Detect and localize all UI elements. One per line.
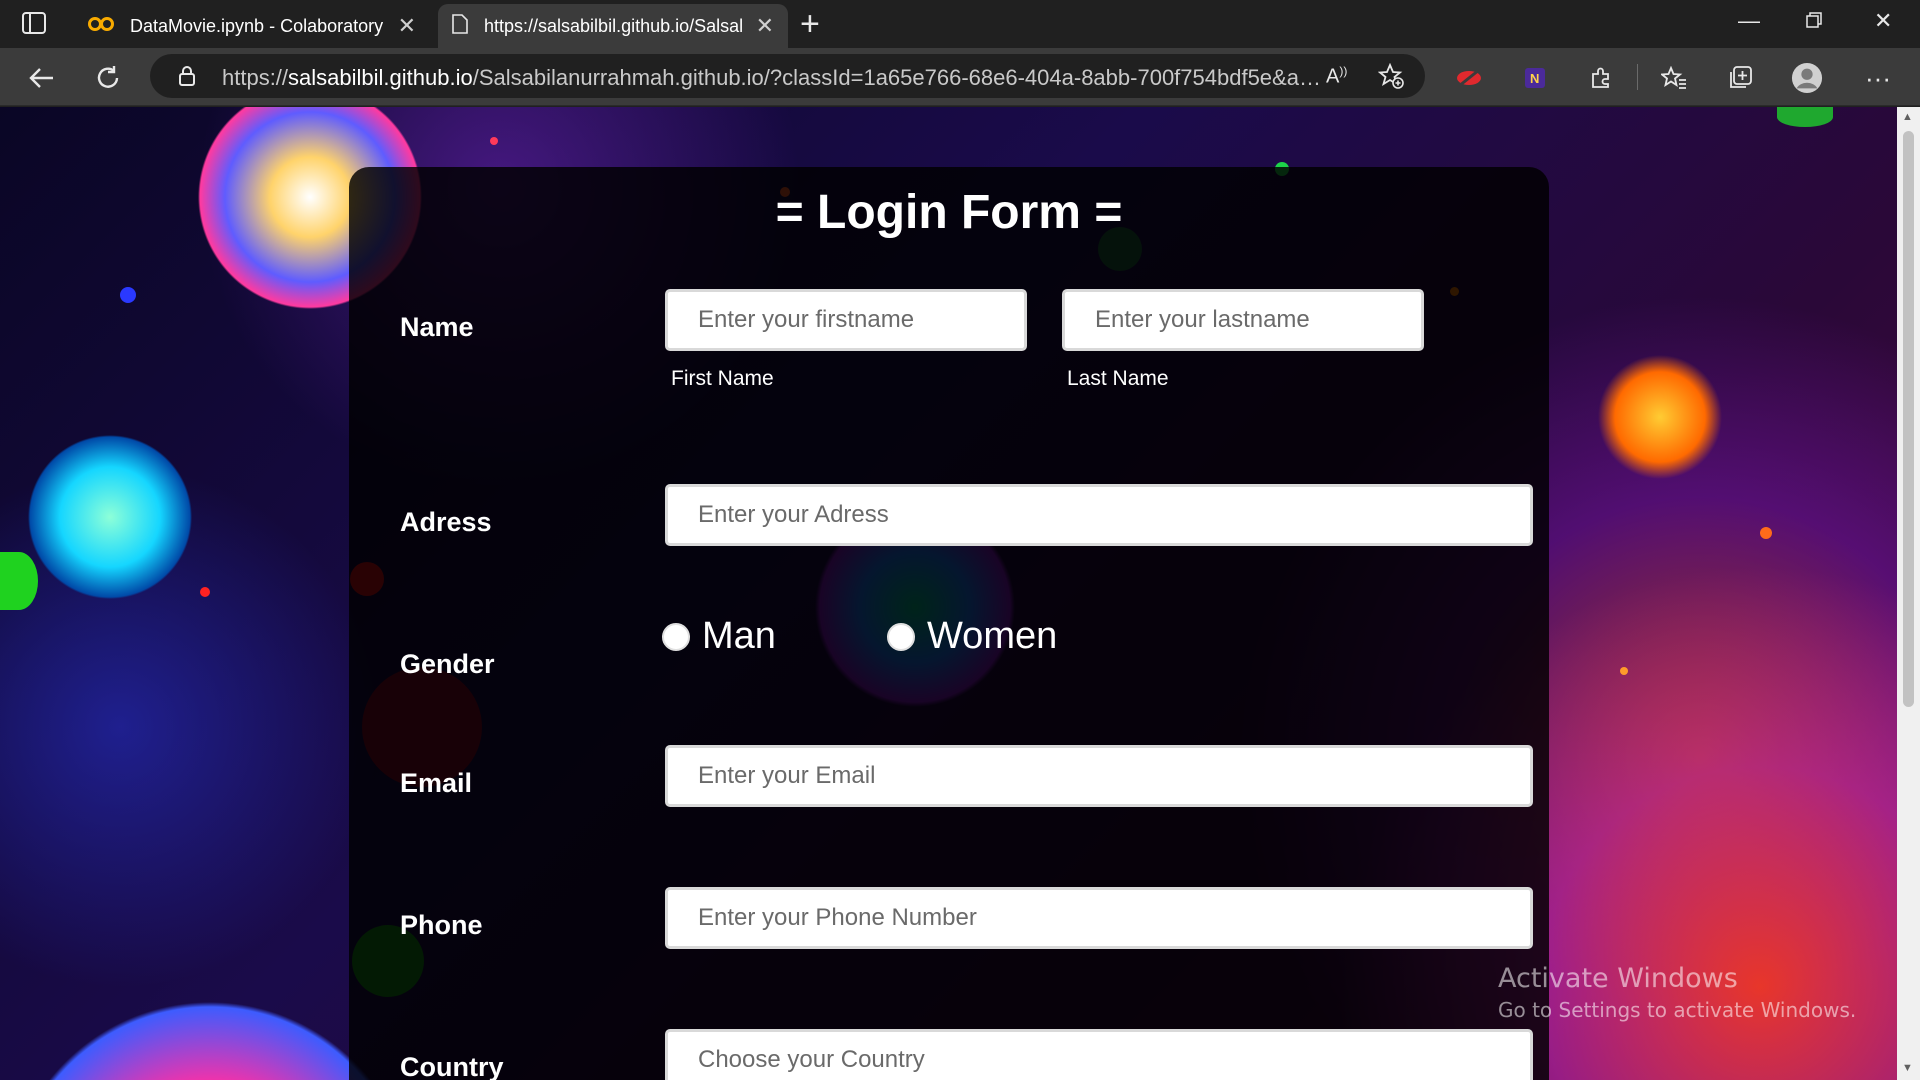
new-tab-button[interactable]: + xyxy=(800,7,820,41)
read-aloud-icon[interactable]: A)) xyxy=(1326,64,1347,89)
gender-man-label: Man xyxy=(702,615,776,657)
svg-text:N: N xyxy=(1530,71,1539,86)
tab-title: DataMovie.ipynb - Colaboratory xyxy=(130,15,384,36)
last-name-sublabel: Last Name xyxy=(1067,367,1169,390)
country-select[interactable] xyxy=(665,1029,1533,1080)
scroll-down-icon[interactable]: ▼ xyxy=(1902,1062,1913,1074)
url-text: https://salsabilbil.github.io/Salsabilan… xyxy=(222,65,1322,91)
vertical-scrollbar[interactable]: ▲ ▼ xyxy=(1897,107,1920,1080)
add-favorite-icon[interactable] xyxy=(1377,62,1404,94)
email-input[interactable] xyxy=(665,745,1533,807)
radio-button[interactable] xyxy=(887,622,915,651)
first-name-sublabel: First Name xyxy=(671,367,774,390)
login-form-panel: = Login Form = Name First Name Last Name… xyxy=(349,167,1549,1080)
firstname-input[interactable] xyxy=(665,289,1027,351)
url-path: /Salsabilanurrahmah.github.io/?classId=1… xyxy=(472,65,1322,90)
star-speck xyxy=(200,587,210,597)
tab-active[interactable]: https://salsabilbil.github.io/Salsal ✕ xyxy=(438,4,788,48)
gender-label: Gender xyxy=(400,649,495,679)
scroll-thumb[interactable] xyxy=(1903,131,1914,707)
tab-title: https://salsabilbil.github.io/Salsal xyxy=(484,15,744,36)
tab-colab[interactable]: DataMovie.ipynb - Colaboratory ✕ xyxy=(74,4,430,48)
close-icon[interactable]: ✕ xyxy=(398,15,416,37)
collections-icon[interactable] xyxy=(1724,62,1756,94)
extension-eye-icon[interactable] xyxy=(1453,62,1485,94)
watermark-line1: Activate Windows xyxy=(1498,963,1738,994)
radio-button[interactable] xyxy=(662,622,690,651)
star-speck xyxy=(490,137,498,145)
gender-women-label: Women xyxy=(927,615,1058,657)
minimize-icon[interactable]: — xyxy=(1738,8,1760,34)
favorites-icon[interactable] xyxy=(1658,62,1690,94)
planet-decoration xyxy=(0,552,38,610)
url-scheme: https:// xyxy=(222,65,289,90)
restore-icon[interactable] xyxy=(1806,8,1822,34)
address-label: Adress xyxy=(400,507,492,537)
address-bar: https://salsabilbil.github.io/Salsabilan… xyxy=(0,48,1920,106)
close-icon[interactable]: ✕ xyxy=(756,15,774,37)
lock-icon[interactable] xyxy=(178,65,196,92)
form-title: = Login Form = xyxy=(775,186,1123,239)
close-window-icon[interactable]: ✕ xyxy=(1874,8,1892,34)
tab-actions-icon[interactable] xyxy=(22,12,48,36)
page-viewport: = Login Form = Name First Name Last Name… xyxy=(0,107,1897,1080)
gender-man-radio[interactable]: Man xyxy=(662,615,776,658)
page-icon xyxy=(452,13,468,39)
extensions-puzzle-icon[interactable] xyxy=(1585,62,1617,94)
toolbar-divider xyxy=(1637,64,1638,90)
profile-avatar[interactable] xyxy=(1791,62,1823,94)
more-menu-icon[interactable]: ··· xyxy=(1862,62,1894,94)
scroll-up-icon[interactable]: ▲ xyxy=(1902,111,1913,123)
star-speck xyxy=(1760,527,1772,539)
star-speck xyxy=(1620,667,1628,675)
refresh-icon[interactable] xyxy=(90,60,126,96)
url-field[interactable]: https://salsabilbil.github.io/Salsabilan… xyxy=(150,54,1425,98)
tab-bar: DataMovie.ipynb - Colaboratory ✕ https:/… xyxy=(0,0,1920,48)
phone-label: Phone xyxy=(400,910,483,940)
gender-women-radio[interactable]: Women xyxy=(887,615,1057,658)
planet-decoration xyxy=(1777,107,1833,127)
watermark-line2: Go to Settings to activate Windows. xyxy=(1498,998,1857,1022)
lastname-input[interactable] xyxy=(1062,289,1424,351)
extension-app-icon[interactable]: N xyxy=(1519,62,1551,94)
colab-icon xyxy=(88,16,114,37)
star-speck xyxy=(120,287,136,303)
name-label: Name xyxy=(400,312,474,342)
back-icon[interactable] xyxy=(24,60,60,96)
phone-input[interactable] xyxy=(665,887,1533,949)
country-label: Country xyxy=(400,1052,504,1080)
address-input[interactable] xyxy=(665,484,1533,546)
email-label: Email xyxy=(400,768,473,798)
activate-windows-watermark: Activate Windows Go to Settings to activ… xyxy=(1498,963,1856,1022)
url-host: salsabilbil.github.io xyxy=(288,65,473,90)
